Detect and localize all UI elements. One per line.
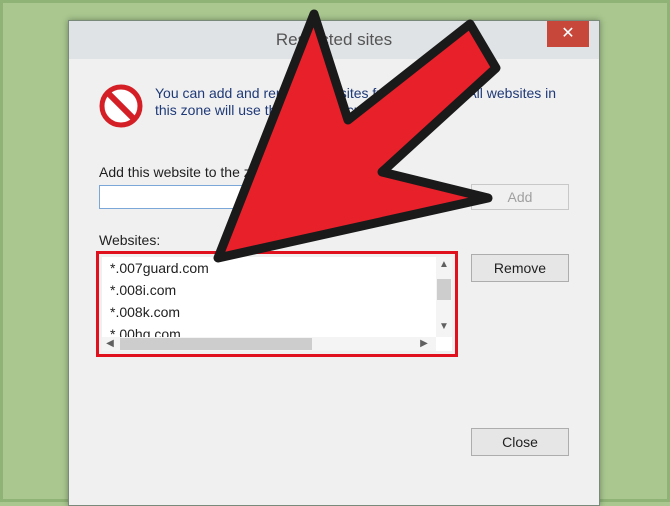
red-arrow-annotation <box>213 9 501 263</box>
